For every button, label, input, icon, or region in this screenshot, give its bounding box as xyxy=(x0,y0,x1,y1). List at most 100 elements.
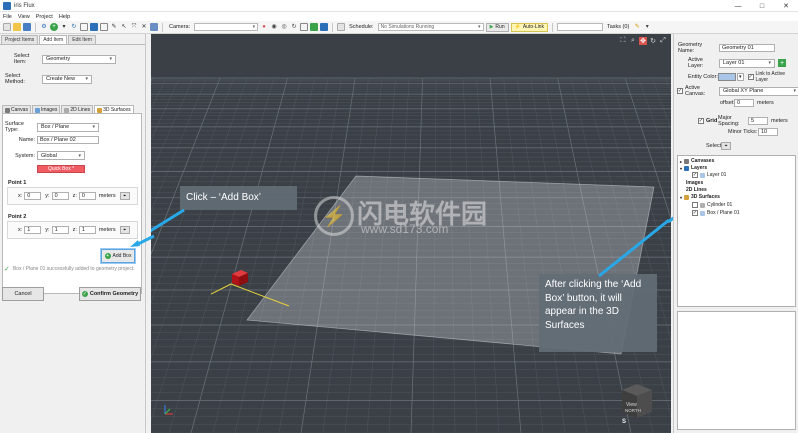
menu-file[interactable]: File xyxy=(3,14,12,20)
grid-icon[interactable] xyxy=(100,23,108,31)
tree-images[interactable]: Images xyxy=(686,180,703,186)
system-dropdown[interactable]: Global ▾ xyxy=(37,151,85,160)
arrow-to-tree xyxy=(598,218,670,278)
chevron-down-icon: ▾ xyxy=(793,88,796,94)
quick-box-button[interactable]: Quick Box * xyxy=(37,165,85,173)
sync-icon[interactable]: ↻ xyxy=(290,23,298,31)
menu-project[interactable]: Project xyxy=(36,14,53,20)
active-layer-dropdown[interactable]: Layer 01 ▾ xyxy=(719,58,775,68)
tree-cylinder-01[interactable]: Cylinder 01 xyxy=(692,202,732,208)
add-box-button[interactable]: + Add Box xyxy=(101,249,135,263)
target-icon[interactable]: ◎ xyxy=(280,23,288,31)
maximize-button[interactable]: □ xyxy=(750,0,774,12)
major-spacing-input[interactable]: 5 xyxy=(748,117,768,125)
point2-pick-button[interactable]: ⌖ xyxy=(119,226,130,234)
point1-z-input[interactable]: 0 xyxy=(78,192,96,200)
point1-title: Point 1 xyxy=(8,180,27,186)
surface-icon xyxy=(97,107,103,113)
layers-icon[interactable] xyxy=(90,23,98,31)
view-icon[interactable] xyxy=(150,23,158,31)
camera-label: Camera: xyxy=(169,24,191,30)
play-icon[interactable] xyxy=(310,23,319,31)
menu-help[interactable]: Help xyxy=(59,14,70,20)
select-item-dropdown[interactable]: Geometry ▾ xyxy=(42,54,116,64)
select-method-row: Select Method: Create New ▾ xyxy=(5,73,92,85)
3d-viewport[interactable]: ⛶ ⌕ ✥ ↻ ⤢ View NORTH S ⚡ 闪电软件园 www.sd173… xyxy=(151,34,671,433)
chevron-down-icon: ▾ xyxy=(768,60,771,66)
tree-3d-surfaces[interactable]: ▾ 3D Surfaces xyxy=(680,194,720,200)
transform-icon[interactable]: ⤧ xyxy=(130,23,138,31)
tab-project-items[interactable]: Project Items xyxy=(1,35,39,44)
geometry-name-input[interactable]: Geometry 01 xyxy=(719,44,775,52)
menu-view[interactable]: View xyxy=(18,14,30,20)
dropdown-icon[interactable]: ▾ xyxy=(60,23,68,31)
point1-pick-button[interactable]: ⌖ xyxy=(119,192,130,200)
chevron-down-icon[interactable]: ▾ xyxy=(737,73,744,81)
schedule-select[interactable]: No Simulations Running ▾ xyxy=(377,23,484,31)
record-icon[interactable]: ● xyxy=(260,23,268,31)
refresh-icon[interactable]: ↻ xyxy=(70,23,78,31)
point1-y-input[interactable]: 0 xyxy=(51,192,69,200)
cancel-button[interactable]: Cancel xyxy=(2,287,44,301)
pointer-icon[interactable]: ↖ xyxy=(120,23,128,31)
add-icon[interactable]: + xyxy=(50,23,58,31)
more-icon[interactable]: ▾ xyxy=(643,23,651,31)
open-folder-icon[interactable] xyxy=(13,23,21,31)
measure-icon[interactable]: ✕ xyxy=(140,23,148,31)
active-canvas-checkbox[interactable]: ✓ xyxy=(677,88,683,94)
tasks-label[interactable]: Tasks (0) xyxy=(607,24,629,30)
major-spacing-label: Major Spacing: xyxy=(718,115,740,127)
add-layer-button[interactable]: + xyxy=(778,59,786,67)
save-icon[interactable] xyxy=(23,23,31,31)
chevron-right-icon: ▸ xyxy=(680,158,683,164)
link-icon: ⚡ xyxy=(514,24,521,30)
tree-layer-01[interactable]: ✓ Layer 01 xyxy=(692,172,726,178)
brush-icon[interactable]: ✎ xyxy=(633,23,641,31)
point2-x-input[interactable]: 1 xyxy=(24,226,42,234)
tasks-search[interactable] xyxy=(556,23,603,31)
frame-icon[interactable] xyxy=(300,23,309,31)
tree-box-plane-01[interactable]: ✓ Box / Plane 01 xyxy=(692,210,740,216)
cylinder-01-checkbox[interactable] xyxy=(692,202,698,208)
new-file-icon[interactable] xyxy=(3,23,11,31)
line-icon xyxy=(64,107,70,113)
select-method-dropdown[interactable]: Create New ▾ xyxy=(42,74,92,84)
layer-01-checkbox[interactable]: ✓ xyxy=(692,172,698,178)
x-label: x: xyxy=(18,193,23,199)
run-button[interactable]: ▶ Run xyxy=(485,22,509,32)
tree-layers[interactable]: ▾ Layers xyxy=(680,165,707,171)
surface-type-dropdown[interactable]: Box / Plane ▾ xyxy=(37,122,99,132)
name-input[interactable]: Box / Plane 02 xyxy=(37,136,99,144)
select-row: Select: ⌖ xyxy=(706,142,731,150)
link-checkbox[interactable]: ✓ xyxy=(747,74,754,80)
tab-edit-item[interactable]: Edit Item xyxy=(68,35,96,44)
camera-icon[interactable]: ◉ xyxy=(270,23,278,31)
minimize-button[interactable]: — xyxy=(726,0,750,12)
tab-add-item[interactable]: Add Item xyxy=(39,35,68,44)
point2-z-input[interactable]: 1 xyxy=(78,226,96,234)
point1-fields: x: 0 y: 0 z: 0 meters ⌖ xyxy=(18,192,130,200)
minor-ticks-input[interactable]: 10 xyxy=(758,128,778,136)
active-canvas-dropdown[interactable]: Global XY Plane ▾ xyxy=(719,86,798,96)
settings-icon[interactable]: ⚙ xyxy=(40,23,48,31)
offset-input[interactable]: 0 xyxy=(734,99,754,107)
point1-x-input[interactable]: 0 xyxy=(24,192,42,200)
box-plane-01-checkbox[interactable]: ✓ xyxy=(692,210,698,216)
app-title: iris Flux xyxy=(14,2,35,9)
pencil-icon[interactable]: ✎ xyxy=(110,23,118,31)
layout-icon[interactable] xyxy=(80,23,88,31)
select-pick-button[interactable]: ⌖ xyxy=(721,142,731,150)
geometry-name-row: Geometry Name: Geometry 01 xyxy=(678,42,775,54)
auto-link-button[interactable]: ⚡ Auto-Link xyxy=(510,22,548,32)
schedule-icon[interactable] xyxy=(337,23,346,31)
grid-checkbox[interactable]: ✓ xyxy=(698,118,704,124)
camera-select[interactable]: ▾ xyxy=(194,23,259,31)
close-button[interactable]: ✕ xyxy=(774,0,798,12)
entity-color-swatch[interactable] xyxy=(718,73,737,81)
confirm-geometry-button[interactable]: ✓ Confirm Geometry xyxy=(79,287,141,301)
plus-icon: + xyxy=(104,253,111,259)
point2-y-input[interactable]: 1 xyxy=(51,226,69,234)
tree-canvases[interactable]: ▸ Canvases xyxy=(680,158,714,164)
tree-2d-lines[interactable]: 2D Lines xyxy=(686,187,707,193)
export-icon[interactable] xyxy=(320,23,329,31)
